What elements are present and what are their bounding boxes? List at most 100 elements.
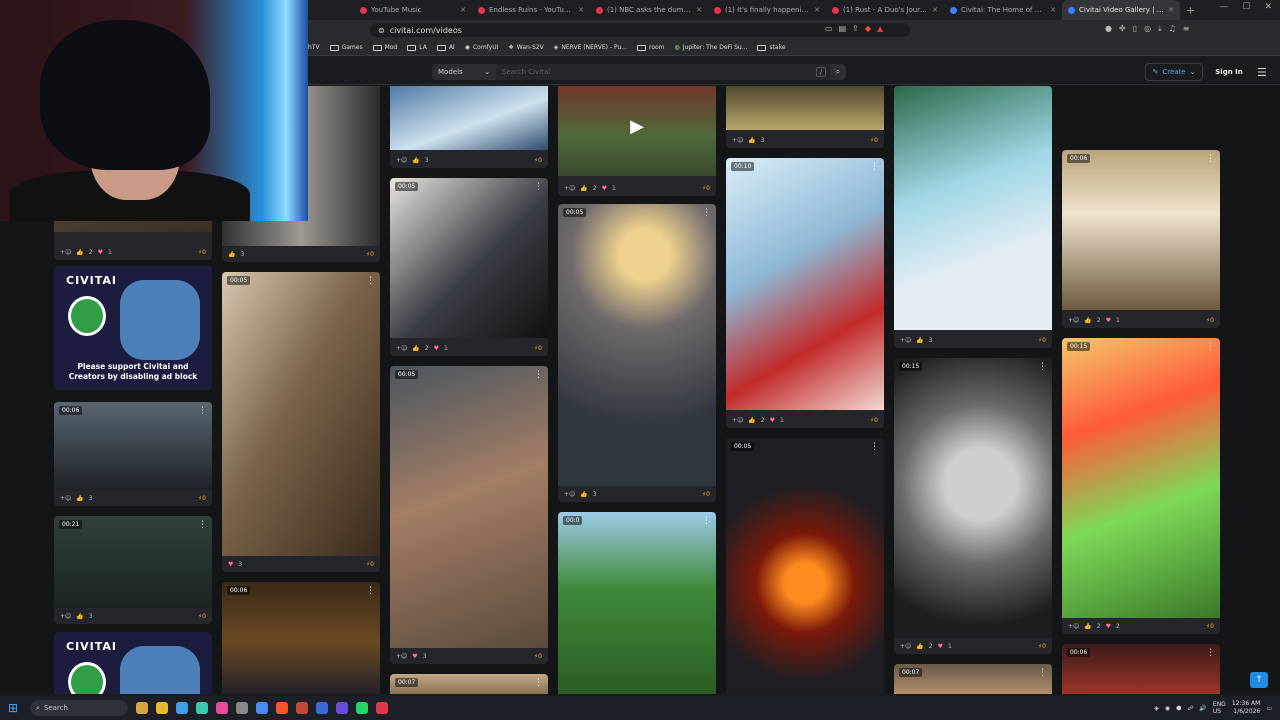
sign-in-button[interactable]: Sign In [1210,63,1248,81]
whatsapp-icon[interactable] [356,702,368,714]
video-thumbnail[interactable] [558,512,716,694]
more-options-icon[interactable]: ⋮ [1206,154,1215,164]
like-icon[interactable]: 👍 [916,337,923,344]
add-reaction-icon[interactable]: +☺ [60,613,71,620]
widgets-icon[interactable] [136,702,148,714]
video-thumbnail[interactable] [54,516,212,608]
buzz-icon[interactable]: ⚡0 [198,495,206,502]
like-icon[interactable]: 👍 [228,251,235,258]
video-card[interactable]: 00:06 ⋮ [1062,644,1220,694]
close-icon[interactable]: ✕ [814,6,820,14]
windows-start-icon[interactable]: ⊞ [8,701,22,715]
video-thumbnail[interactable] [390,366,548,648]
language-indicator[interactable]: ENG US [1213,701,1226,715]
video-card[interactable]: +☺ 👍 3 ⚡0 [390,86,548,168]
bookmark-folder[interactable]: LA [407,44,427,51]
like-icon[interactable]: 👍 [76,249,83,256]
video-thumbnail[interactable] [726,438,884,694]
search-button[interactable]: ⌕ [830,64,846,80]
more-options-icon[interactable]: ⋮ [702,516,711,526]
video-card[interactable]: 00:07 ⋮ [894,664,1052,694]
music-icon[interactable]: ♫ [1169,24,1176,34]
close-window-icon[interactable]: ✕ [1264,2,1272,12]
video-thumbnail[interactable] [54,402,212,490]
buzz-icon[interactable]: ⚡0 [534,653,542,660]
bookmark-folder[interactable]: Games [329,44,363,51]
sidebar-icon[interactable]: ▯ [1133,24,1137,34]
add-reaction-icon[interactable]: +☺ [396,345,407,352]
video-thumbnail[interactable] [390,86,548,150]
share-icon[interactable]: ⇪ [852,24,859,33]
like-icon[interactable]: 👍 [76,613,83,620]
like-icon[interactable]: 👍 [1084,623,1091,630]
video-card[interactable]: 00:05 ⋮ [726,438,884,694]
like-icon[interactable]: 👍 [916,643,923,650]
browser-tab[interactable]: Endless Ruins - YouTube Music ✕ [472,0,590,20]
bookmark[interactable]: ❖ Wan-S2V [508,44,543,51]
close-icon[interactable]: ✕ [696,6,702,14]
bookmark[interactable]: hTV [308,44,320,51]
browser-tab[interactable]: YouTube Music ✕ [354,0,472,20]
store-icon[interactable] [176,702,188,714]
video-card[interactable]: 00:10 ⋮ +☺ 👍 2 ♥ 1 ⚡0 [726,158,884,428]
buzz-icon[interactable]: ⚡0 [1038,643,1046,650]
bookmark[interactable]: ◈ NERVE (NERVE) - Pu... [554,44,627,51]
buzz-icon[interactable]: ⚡0 [534,345,542,352]
bookmark-folder[interactable]: room [636,44,665,51]
buzz-icon[interactable]: ⚡0 [702,491,710,498]
clock[interactable]: 12:36 AM 1/6/2026 [1232,700,1260,716]
create-button[interactable]: ✎ Create ⌄ [1145,63,1203,81]
more-options-icon[interactable]: ⋮ [198,520,207,530]
heart-icon[interactable]: ♥ [228,561,233,568]
shield-icon[interactable]: ◆ [865,24,871,33]
video-card[interactable]: +☺ 👍 3 ⚡0 [894,86,1052,348]
network-icon[interactable]: ☍ [1187,705,1193,712]
add-reaction-icon[interactable]: +☺ [1068,317,1079,324]
more-options-icon[interactable]: ⋮ [702,208,711,218]
more-options-icon[interactable]: ⋮ [198,406,207,416]
scroll-to-top-button[interactable]: ↑ [1250,672,1268,688]
more-options-icon[interactable]: ⋮ [1038,362,1047,372]
video-card[interactable]: 00:21 ⋮ +☺ 👍 3 ⚡0 [54,516,212,624]
add-reaction-icon[interactable]: +☺ [60,495,71,502]
buzz-icon[interactable]: ⚡0 [702,185,710,192]
volume-icon[interactable]: 🔊 [1199,705,1206,712]
close-icon[interactable]: ✕ [932,6,938,14]
new-tab-button[interactable]: + [1180,4,1201,17]
video-thumbnail[interactable] [894,86,1052,330]
minimize-icon[interactable]: — [1219,2,1228,12]
add-reaction-icon[interactable]: +☺ [900,643,911,650]
like-icon[interactable]: 👍 [748,137,755,144]
video-card[interactable]: 00:05 ⋮ +☺ 👍 3 ⚡0 [558,204,716,502]
browser-tab-active[interactable]: Civitai Video Gallery | AI-Gene... ✕ [1062,0,1180,20]
tray-icon[interactable]: ◈ [1154,705,1159,712]
add-reaction-icon[interactable]: +☺ [732,137,743,144]
buzz-icon[interactable]: ⚡0 [1038,337,1046,344]
browser-tab[interactable]: (1) NBC asks the dumbest questio...✕ [590,0,708,20]
bookmark-folder[interactable]: Mod [372,44,397,51]
download-icon[interactable]: ⤓ [1158,24,1162,34]
heart-icon[interactable]: ♥ [602,185,607,192]
browser-tab[interactable]: (1) It's finally happening in Iran...✕ [708,0,826,20]
like-icon[interactable]: 👍 [580,185,587,192]
reader-icon[interactable]: ▤ [839,24,847,33]
game-icon[interactable] [296,702,308,714]
add-reaction-icon[interactable]: +☺ [564,491,575,498]
settings-icon[interactable] [236,702,248,714]
search-input[interactable]: Search Civitai [496,64,830,80]
heart-icon[interactable]: ♥ [98,249,103,256]
add-reaction-icon[interactable]: +☺ [396,653,407,660]
video-card[interactable]: 00:0 ⋮ [558,512,716,694]
browser-tab[interactable]: (1) Rust - A Duo's Journey: The Ri...✕ [826,0,944,20]
video-card[interactable]: 00:05 ⋮ ♥ 3 ⚡0 [222,272,380,572]
heart-icon[interactable]: ♥ [938,643,943,650]
video-card[interactable]: ▶ +☺ 👍 2 ♥ 1 ⚡0 [558,86,716,196]
buzz-icon[interactable]: ⚡0 [534,157,542,164]
buzz-icon[interactable]: ⚡0 [366,561,374,568]
more-options-icon[interactable]: ⋮ [870,162,879,172]
video-thumbnail[interactable] [894,358,1052,638]
bookmark-folder[interactable]: stake [757,44,786,51]
extension-icon[interactable]: ● [1105,24,1112,34]
video-card[interactable]: 00:05 ⋮ +☺ ♥ 3 ⚡0 [390,366,548,664]
add-reaction-icon[interactable]: +☺ [564,185,575,192]
